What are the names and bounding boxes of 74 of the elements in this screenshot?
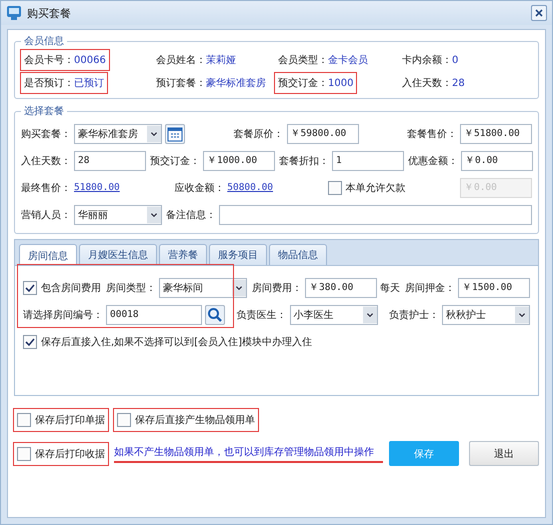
info-field: 会员姓名：茉莉娅 <box>153 50 239 70</box>
close-icon[interactable] <box>531 5 547 21</box>
section-legend: 选择套餐 <box>21 104 67 118</box>
checkbox[interactable] <box>17 446 31 460</box>
input-field[interactable]: ￥1500.00 <box>458 278 530 298</box>
tab[interactable]: 物品信息 <box>269 244 327 265</box>
input-field[interactable]: ￥1000.00 <box>203 150 275 170</box>
field-label: 应收金额： <box>174 182 224 194</box>
dropdown-caret-icon[interactable] <box>232 278 246 296</box>
input-field[interactable]: 28 <box>74 150 146 170</box>
field-label: 营销人员： <box>21 208 71 222</box>
info-field: 会员类型：金卡会员 <box>275 50 371 70</box>
section-legend: 会员信息 <box>21 34 67 48</box>
input-field[interactable] <box>219 204 532 224</box>
input-field[interactable]: 1 <box>332 150 404 170</box>
tab[interactable]: 房间信息 <box>19 244 77 266</box>
info-field: 入住天数：28 <box>399 73 468 93</box>
field-label: 备注信息： <box>166 208 216 222</box>
window-title: 购买套餐 <box>27 6 72 20</box>
dropdown-caret-icon[interactable] <box>147 206 161 224</box>
field-label: 套餐售价： <box>407 128 457 140</box>
hint-text: 如果不产生物品领用单，也可以到库存管理物品领用中操作 <box>114 444 383 462</box>
dropdown[interactable]: 豪华标间 <box>159 278 247 298</box>
field-label: 购买套餐： <box>21 128 71 140</box>
checkbox-label[interactable]: 保存后打印收据 <box>35 446 105 460</box>
field-label: 优惠金额： <box>408 154 458 168</box>
amount-link[interactable]: 50800.00 <box>227 182 274 193</box>
info-field: 预订套餐：豪华标准套房 <box>153 73 269 93</box>
dropdown-caret-icon[interactable] <box>362 306 376 324</box>
checkbox[interactable] <box>23 334 37 348</box>
dropdown[interactable]: 小李医生 <box>290 304 378 324</box>
input-field[interactable]: ￥380.00 <box>305 278 377 298</box>
field-label: 预交订金： <box>150 154 200 168</box>
field-label: 套餐折扣： <box>279 154 329 168</box>
field-label: 请选择房间编号： <box>23 308 103 322</box>
checkbox-label[interactable]: 保存后直接入住,如果不选择可以到[会员入住]模块中办理入住 <box>41 334 312 348</box>
info-field: 预交订金：1000 <box>275 73 356 93</box>
input-field[interactable]: ￥59800.00 <box>286 124 358 144</box>
dropdown[interactable]: 豪华标准套房 <box>74 124 162 144</box>
dropdown[interactable]: 秋秋护士 <box>442 304 530 324</box>
calendar-icon[interactable] <box>165 124 185 144</box>
tab[interactable]: 营养餐 <box>159 244 207 265</box>
tab[interactable]: 服务项目 <box>209 244 267 265</box>
checkbox-label[interactable]: 保存后直接产生物品领用单 <box>135 413 255 427</box>
input-field[interactable]: ￥0.00 <box>461 150 533 170</box>
checkbox[interactable] <box>117 413 131 427</box>
unit-label: 每天 <box>380 282 400 294</box>
input-field[interactable]: ￥51800.00 <box>460 124 532 144</box>
exit-button[interactable]: 退出 <box>469 441 539 466</box>
field-label: 套餐原价： <box>234 128 284 140</box>
info-field: 会员卡号：00066 <box>21 50 109 70</box>
checkbox-label[interactable]: 本单允许欠款 <box>346 180 406 194</box>
tab[interactable]: 月嫂医生信息 <box>79 244 157 265</box>
checkbox-label[interactable]: 包含房间费用 <box>41 280 101 294</box>
input-field[interactable]: 00018 <box>106 304 202 324</box>
checkbox[interactable] <box>23 280 37 294</box>
search-icon[interactable] <box>205 304 225 324</box>
checkbox[interactable] <box>17 413 31 427</box>
field-label: 负责护士： <box>389 308 439 322</box>
dropdown-caret-icon[interactable] <box>147 124 161 142</box>
amount-link[interactable]: 51800.00 <box>74 182 120 193</box>
checkbox-label[interactable]: 保存后打印单据 <box>35 413 105 427</box>
field-label: 入住天数： <box>21 154 71 168</box>
field-label: 最终售价： <box>21 182 71 194</box>
checkbox[interactable] <box>328 180 342 194</box>
field-label: 房间费用： <box>252 282 302 294</box>
info-field: 是否预订：已预订 <box>21 73 107 93</box>
field-label: 房间类型： <box>106 282 156 294</box>
field-label: 房间押金： <box>405 282 455 294</box>
dropdown[interactable]: 华丽丽 <box>74 204 162 224</box>
dropdown-caret-icon[interactable] <box>515 306 529 324</box>
field-label: 负责医生： <box>236 308 286 322</box>
info-field: 卡内余额：0 <box>399 50 462 70</box>
monitor-icon <box>6 5 22 21</box>
